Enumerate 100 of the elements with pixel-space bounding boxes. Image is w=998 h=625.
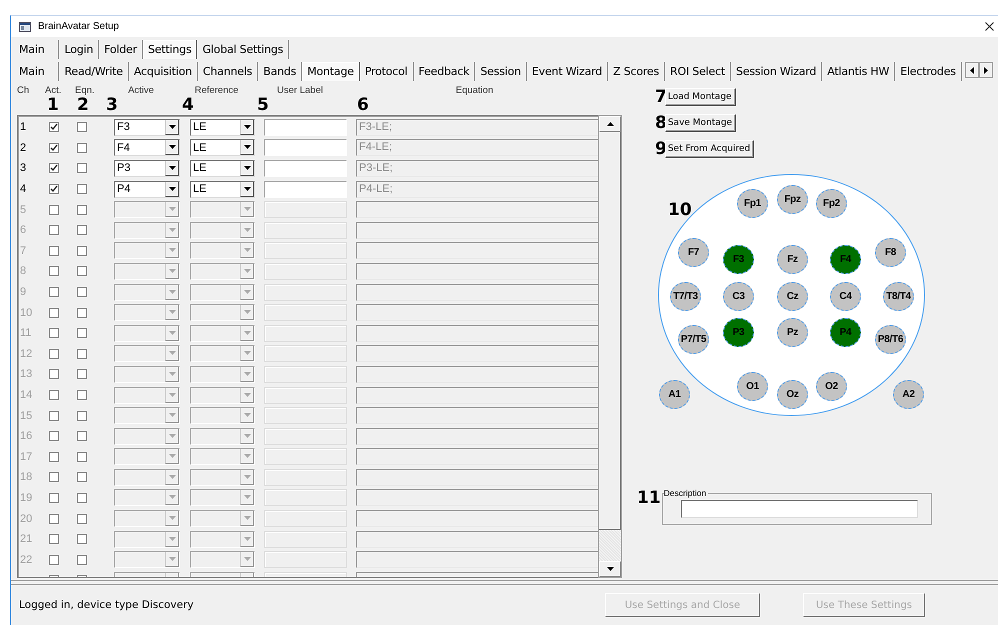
dropdown[interactable]: LE bbox=[190, 160, 255, 177]
checkbox[interactable] bbox=[49, 431, 59, 442]
tab[interactable]: Settings bbox=[142, 40, 198, 59]
checkbox[interactable] bbox=[77, 287, 87, 298]
dropdown[interactable] bbox=[190, 366, 255, 383]
checkbox[interactable] bbox=[77, 204, 87, 215]
user-label-field[interactable] bbox=[264, 180, 347, 198]
dropdown[interactable] bbox=[190, 530, 255, 548]
dropdown[interactable]: F4 bbox=[114, 139, 180, 156]
dropdown[interactable] bbox=[190, 386, 255, 404]
dropdown[interactable] bbox=[190, 510, 255, 528]
user-label-field[interactable] bbox=[264, 118, 347, 136]
dropdown[interactable] bbox=[114, 407, 180, 424]
dropdown[interactable] bbox=[114, 468, 180, 486]
checkbox[interactable] bbox=[77, 184, 87, 194]
checkbox[interactable] bbox=[49, 492, 59, 503]
dropdown[interactable]: LE bbox=[190, 180, 255, 198]
user-label-field[interactable] bbox=[264, 139, 347, 156]
tab[interactable]: Montage bbox=[302, 62, 360, 81]
checkbox[interactable] bbox=[77, 163, 87, 174]
checkbox[interactable] bbox=[49, 163, 59, 174]
checkbox[interactable] bbox=[77, 308, 87, 318]
dropdown[interactable] bbox=[190, 262, 255, 280]
equation-field[interactable] bbox=[356, 386, 598, 404]
checkbox[interactable] bbox=[77, 369, 87, 380]
dropdown[interactable] bbox=[190, 345, 255, 362]
electrode[interactable]: A1 bbox=[659, 380, 690, 409]
dropdown[interactable] bbox=[190, 407, 255, 424]
checkbox[interactable] bbox=[77, 122, 87, 132]
checkbox[interactable] bbox=[77, 348, 87, 359]
dropdown[interactable] bbox=[190, 324, 255, 342]
equation-field[interactable] bbox=[356, 262, 598, 280]
checkbox[interactable] bbox=[77, 492, 87, 503]
dropdown[interactable] bbox=[190, 428, 255, 445]
dropdown[interactable] bbox=[114, 222, 180, 239]
dropdown[interactable] bbox=[114, 242, 180, 260]
dropdown[interactable] bbox=[114, 428, 180, 445]
checkbox[interactable] bbox=[77, 266, 87, 276]
close-icon[interactable] bbox=[985, 22, 994, 31]
dropdown[interactable] bbox=[114, 284, 180, 301]
checkbox[interactable] bbox=[49, 246, 59, 256]
checkbox[interactable] bbox=[49, 122, 59, 132]
equation-field[interactable] bbox=[356, 510, 598, 528]
checkbox[interactable] bbox=[49, 369, 59, 380]
dropdown[interactable] bbox=[114, 345, 180, 362]
dropdown[interactable] bbox=[190, 284, 255, 301]
dropdown[interactable] bbox=[114, 530, 180, 548]
montage-button[interactable]: Save Montage bbox=[664, 114, 736, 132]
dropdown[interactable] bbox=[190, 242, 255, 260]
checkbox[interactable] bbox=[77, 246, 87, 256]
checkbox[interactable] bbox=[77, 410, 87, 421]
equation-field[interactable] bbox=[356, 242, 598, 260]
dropdown[interactable] bbox=[114, 304, 180, 322]
dropdown[interactable] bbox=[190, 448, 255, 466]
checkbox[interactable] bbox=[77, 554, 87, 565]
tab-scroll-left-button[interactable] bbox=[964, 62, 979, 78]
checkbox[interactable] bbox=[77, 328, 87, 338]
checkbox[interactable] bbox=[49, 204, 59, 215]
checkbox[interactable] bbox=[49, 472, 59, 482]
dropdown[interactable]: LE bbox=[190, 139, 255, 156]
equation-field[interactable] bbox=[356, 304, 598, 322]
dropdown[interactable] bbox=[114, 324, 180, 342]
dropdown[interactable] bbox=[114, 551, 180, 568]
checkbox[interactable] bbox=[49, 348, 59, 359]
scrollbar[interactable] bbox=[598, 115, 622, 578]
checkbox[interactable] bbox=[49, 328, 59, 338]
checkbox[interactable] bbox=[77, 390, 87, 400]
equation-field[interactable] bbox=[356, 468, 598, 486]
equation-field[interactable] bbox=[356, 324, 598, 342]
dropdown[interactable] bbox=[190, 222, 255, 239]
checkbox[interactable] bbox=[77, 142, 87, 153]
checkbox[interactable] bbox=[49, 184, 59, 194]
checkbox[interactable] bbox=[77, 472, 87, 482]
dropdown[interactable] bbox=[190, 489, 255, 506]
user-label-field[interactable] bbox=[264, 160, 347, 177]
checkbox[interactable] bbox=[49, 514, 59, 524]
dropdown[interactable] bbox=[114, 262, 180, 280]
dropdown[interactable] bbox=[114, 386, 180, 404]
checkbox[interactable] bbox=[77, 225, 87, 236]
dropdown[interactable]: P3 bbox=[114, 160, 180, 177]
equation-field[interactable] bbox=[356, 551, 598, 568]
checkbox[interactable] bbox=[77, 431, 87, 442]
equation-field[interactable] bbox=[356, 366, 598, 383]
tab-scroll-right-button[interactable] bbox=[978, 62, 993, 78]
dropdown[interactable] bbox=[190, 468, 255, 486]
montage-button[interactable]: Load Montage bbox=[664, 88, 736, 106]
checkbox[interactable] bbox=[77, 514, 87, 524]
montage-button[interactable]: Set From Acquired bbox=[664, 140, 754, 158]
checkbox[interactable] bbox=[49, 308, 59, 318]
dropdown[interactable] bbox=[190, 201, 255, 218]
checkbox[interactable] bbox=[49, 142, 59, 153]
checkbox[interactable] bbox=[49, 390, 59, 400]
scroll-down-button[interactable] bbox=[599, 561, 621, 577]
equation-field[interactable] bbox=[356, 448, 598, 466]
checkbox[interactable] bbox=[49, 266, 59, 276]
dropdown[interactable] bbox=[190, 304, 255, 322]
equation-field[interactable] bbox=[356, 530, 598, 548]
dropdown[interactable] bbox=[114, 366, 180, 383]
checkbox[interactable] bbox=[49, 452, 59, 462]
checkbox[interactable] bbox=[77, 534, 87, 544]
